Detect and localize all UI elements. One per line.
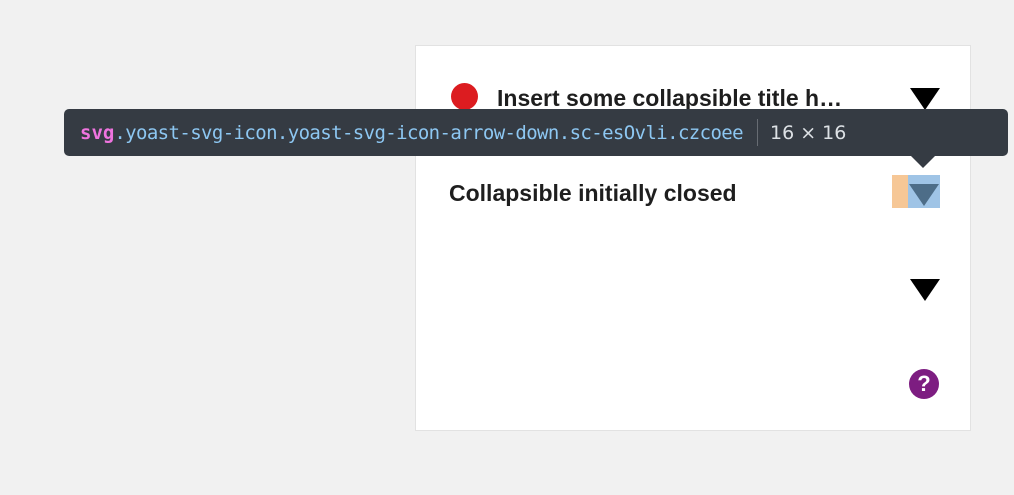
- tooltip-class-list: .yoast-svg-icon.yoast-svg-icon-arrow-dow…: [114, 121, 743, 144]
- collapsible-header-3[interactable]: [416, 264, 970, 312]
- metabox-panel: Insert some collapsible title h… Collaps…: [415, 45, 971, 431]
- inspector-padding-highlight: [892, 175, 908, 208]
- collapsible-title: Insert some collapsible title h…: [497, 85, 843, 111]
- arrow-down-icon[interactable]: [910, 279, 940, 301]
- tooltip-separator: [757, 119, 758, 146]
- question-mark-icon[interactable]: ?: [909, 369, 939, 399]
- tooltip-tag-name: svg: [80, 121, 115, 144]
- devtools-inspector-tooltip: svg .yoast-svg-icon.yoast-svg-icon-arrow-…: [64, 109, 1008, 156]
- arrow-down-icon[interactable]: [910, 88, 940, 110]
- collapsible-header-2[interactable]: Collapsible initially closed: [416, 168, 970, 216]
- inspector-highlight: [892, 175, 940, 208]
- tooltip-caret: [911, 156, 935, 168]
- status-bullet-icon: [451, 83, 478, 110]
- arrow-down-icon[interactable]: [909, 184, 939, 211]
- collapsible-title: Collapsible initially closed: [449, 180, 737, 206]
- tooltip-dimensions: 16 × 16: [770, 121, 847, 144]
